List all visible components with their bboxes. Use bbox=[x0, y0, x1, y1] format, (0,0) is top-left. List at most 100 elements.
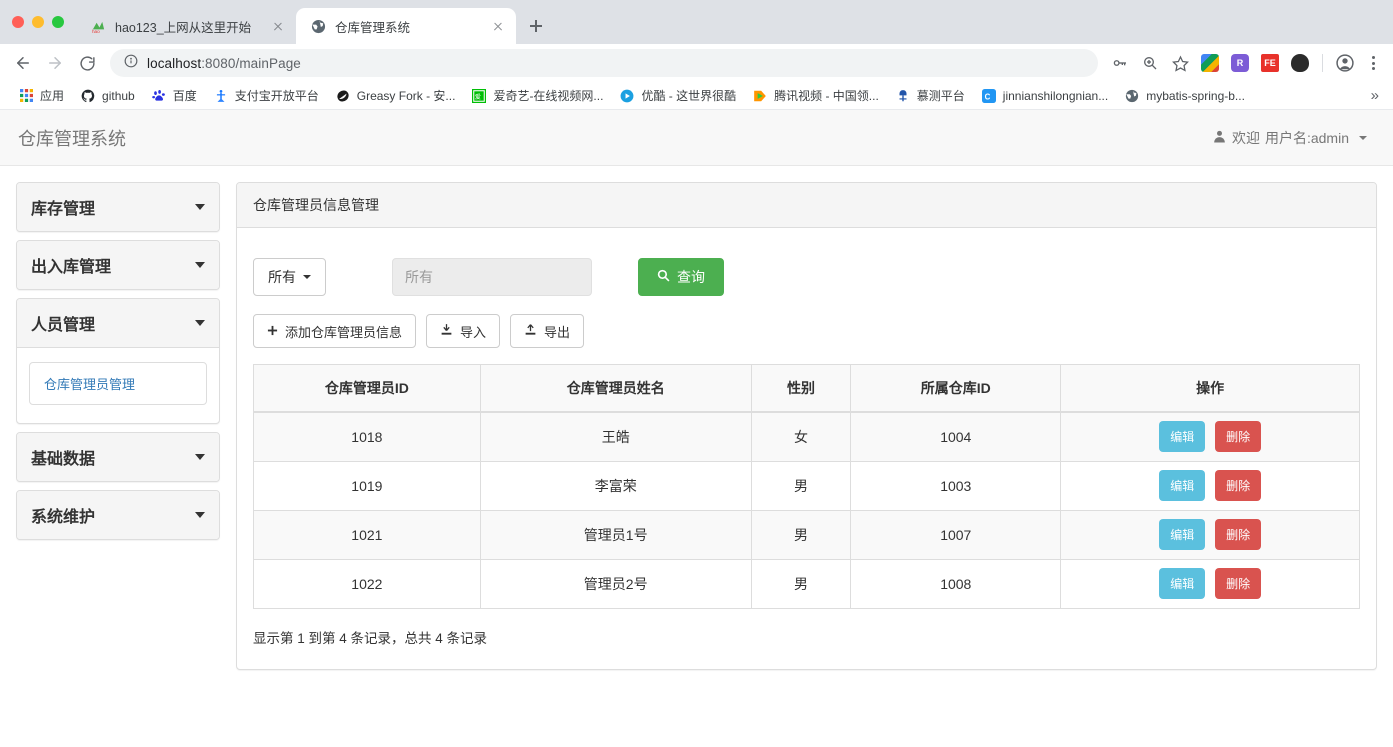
cell-id: 1022 bbox=[253, 558, 481, 608]
plus-icon bbox=[267, 324, 278, 339]
card-title: 仓库管理员信息管理 bbox=[237, 183, 1376, 228]
sidebar-item-label: 人员管理 bbox=[31, 317, 96, 334]
search-button-label: 查询 bbox=[677, 269, 705, 285]
button-label: 导出 bbox=[544, 324, 571, 340]
extension-dark-icon[interactable] bbox=[1286, 49, 1314, 77]
bookmark-label: Greasy Fork - 安... bbox=[356, 89, 456, 103]
button-label: 添加仓库管理员信息 bbox=[285, 324, 403, 340]
forward-icon[interactable] bbox=[40, 48, 70, 78]
profile-avatar-icon[interactable] bbox=[1331, 49, 1359, 77]
new-tab-button[interactable] bbox=[522, 12, 550, 40]
bookmark-apps[interactable]: 应用 bbox=[10, 84, 72, 107]
sidebar-group-personnel[interactable]: 人员管理 仓库管理员管理 bbox=[16, 298, 220, 424]
browser-toolbar: localhost:8080/mainPage R FE bbox=[0, 44, 1393, 82]
bookmark-tencentvideo[interactable]: 腾讯视频 - 中国领... bbox=[744, 84, 887, 107]
cell-id: 1019 bbox=[253, 460, 481, 510]
sidebar-group-header[interactable]: 库存管理 bbox=[17, 183, 219, 231]
main-content: 仓库管理员信息管理 所有 所有 查询 添加仓库管理员信息 导入 导出 仓库管理员… bbox=[236, 182, 1377, 747]
bookmark-label: 优酷 - 这世界很酷 bbox=[641, 89, 737, 103]
bookmark-greasyfork[interactable]: Greasy Fork - 安... bbox=[327, 84, 464, 107]
search-button[interactable]: 查询 bbox=[638, 258, 724, 296]
svg-text:爱: 爱 bbox=[475, 93, 481, 101]
star-icon[interactable] bbox=[1166, 49, 1194, 77]
user-name-label: 用户名:admin bbox=[1264, 129, 1349, 146]
add-warehouse-manager-button[interactable]: 添加仓库管理员信息 bbox=[253, 314, 417, 348]
reload-icon[interactable] bbox=[72, 48, 102, 78]
bookmark-youku[interactable]: 优酷 - 这世界很酷 bbox=[611, 84, 744, 107]
kebab-menu-icon[interactable] bbox=[1361, 49, 1385, 77]
info-circle-icon[interactable] bbox=[124, 54, 138, 73]
address-bar-url: localhost:8080/mainPage bbox=[147, 56, 301, 71]
delete-button[interactable]: 删除 bbox=[1215, 519, 1262, 550]
bookmarks-overflow-button[interactable]: » bbox=[1367, 87, 1383, 104]
sidebar-group-header[interactable]: 人员管理 bbox=[17, 299, 219, 348]
bookmark-label: jinnianshilongnian... bbox=[1002, 88, 1109, 103]
edit-button[interactable]: 编辑 bbox=[1159, 568, 1206, 599]
close-window-button[interactable] bbox=[12, 16, 24, 28]
bookmark-jinnianshilongnian[interactable]: C jinnianshilongnian... bbox=[973, 85, 1116, 107]
github-icon bbox=[80, 88, 96, 104]
delete-button[interactable]: 删除 bbox=[1215, 470, 1262, 501]
table-body: 1018 王皓 女 1004 编辑 删除 1019 李富荣 男 1003 编辑 … bbox=[253, 411, 1360, 608]
sidebar-group-system-maintenance[interactable]: 系统维护 bbox=[16, 490, 220, 540]
extension-fe-icon[interactable]: FE bbox=[1256, 49, 1284, 77]
toolbar-divider bbox=[1322, 54, 1323, 72]
address-bar[interactable]: localhost:8080/mainPage bbox=[110, 49, 1098, 77]
sidebar-group-inbound-outbound[interactable]: 出入库管理 bbox=[16, 240, 220, 290]
bookmark-iqiyi[interactable]: 爱 爱奇艺-在线视频网... bbox=[463, 84, 611, 107]
close-icon[interactable] bbox=[270, 18, 286, 34]
chevron-down-icon bbox=[195, 512, 205, 518]
edit-button[interactable]: 编辑 bbox=[1159, 421, 1206, 453]
key-icon[interactable] bbox=[1106, 49, 1134, 77]
export-button[interactable]: 导出 bbox=[510, 314, 585, 348]
bookmark-muce[interactable]: 慕测平台 bbox=[887, 84, 973, 107]
sidebar-item-label: 出入库管理 bbox=[31, 259, 112, 276]
table-row: 1018 王皓 女 1004 编辑 删除 bbox=[253, 411, 1360, 461]
sidebar-group-header[interactable]: 出入库管理 bbox=[17, 241, 219, 289]
sidebar-item-warehouse-manager[interactable]: 仓库管理员管理 bbox=[29, 362, 207, 405]
delete-button[interactable]: 删除 bbox=[1215, 421, 1262, 453]
magnifier-icon bbox=[657, 269, 670, 285]
baidu-icon bbox=[151, 88, 167, 104]
filter-field-dropdown[interactable]: 所有 bbox=[253, 258, 326, 296]
browser-tab-title: hao123_上网从这里开始 bbox=[115, 20, 252, 35]
export-icon bbox=[524, 323, 537, 339]
bookmark-alipay[interactable]: 支付宝开放平台 bbox=[205, 84, 327, 107]
sidebar-group-header[interactable]: 基础数据 bbox=[17, 433, 219, 481]
extension-r-icon[interactable]: R bbox=[1226, 49, 1254, 77]
greasyfork-icon bbox=[335, 88, 351, 104]
browser-tab-hao123[interactable]: hao hao123_上网从这里开始 bbox=[76, 8, 296, 44]
close-icon[interactable] bbox=[490, 18, 506, 34]
sidebar-group-header[interactable]: 系统维护 bbox=[17, 491, 219, 539]
sidebar-group-basic-data[interactable]: 基础数据 bbox=[16, 432, 220, 482]
sidebar-group-inventory[interactable]: 库存管理 bbox=[16, 182, 220, 232]
button-label: 导入 bbox=[460, 324, 487, 340]
back-icon[interactable] bbox=[8, 48, 38, 78]
youku-icon bbox=[619, 88, 635, 104]
page-title[interactable]: 仓库管理系统 bbox=[18, 125, 126, 151]
svg-text:hao: hao bbox=[91, 29, 99, 34]
user-menu[interactable]: 欢迎 用户名:admin bbox=[1212, 128, 1375, 148]
apps-grid-icon bbox=[18, 88, 34, 104]
zoom-search-icon[interactable] bbox=[1136, 49, 1164, 77]
minimize-window-button[interactable] bbox=[32, 16, 44, 28]
bookmark-baidu[interactable]: 百度 bbox=[143, 84, 205, 107]
bookmark-mybatis-spring-boot[interactable]: mybatis-spring-b... bbox=[1116, 85, 1253, 107]
browser-tab-warehouse[interactable]: 仓库管理系统 bbox=[296, 8, 516, 44]
cell-warehouse-id: 1003 bbox=[850, 460, 1062, 510]
chevron-down-icon bbox=[195, 204, 205, 210]
column-header-id: 仓库管理员ID bbox=[253, 364, 481, 413]
column-header-name: 仓库管理员姓名 bbox=[480, 364, 752, 413]
delete-button[interactable]: 删除 bbox=[1215, 568, 1262, 599]
bookmark-github[interactable]: github bbox=[72, 85, 143, 107]
card-body: 所有 查询 bbox=[237, 228, 1376, 669]
edit-button[interactable]: 编辑 bbox=[1159, 470, 1206, 501]
toolbar-icons: R FE bbox=[1106, 49, 1385, 77]
import-button[interactable]: 导入 bbox=[426, 314, 501, 348]
cell-actions: 编辑 删除 bbox=[1060, 460, 1360, 510]
chevron-down-icon bbox=[1359, 135, 1367, 140]
search-input[interactable] bbox=[392, 258, 592, 296]
edit-button[interactable]: 编辑 bbox=[1159, 519, 1206, 550]
maximize-window-button[interactable] bbox=[52, 16, 64, 28]
extension-colorful-icon[interactable] bbox=[1196, 49, 1224, 77]
